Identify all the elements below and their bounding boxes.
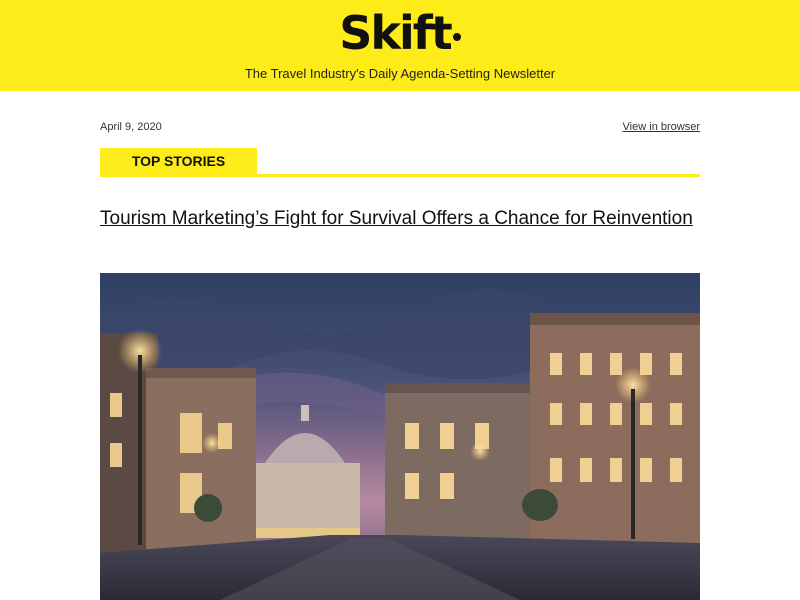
story-hero-image[interactable] [100,273,700,600]
story-headline-link[interactable]: Tourism Marketing’s Fight for Survival O… [100,207,700,231]
newsletter-tagline: The Travel Industry's Daily Agenda-Setti… [244,66,556,81]
view-in-browser-link[interactable]: View in browser [623,121,700,133]
section-label-top-stories: TOP STORIES [100,148,257,175]
logo-dot-icon [452,33,461,41]
issue-date: April 9, 2020 [100,121,162,133]
newsletter-header: Skift The Travel Industry's Daily Agenda… [0,0,800,91]
skift-logo[interactable]: Skift [0,4,800,62]
logo-text: Skift [339,6,452,60]
